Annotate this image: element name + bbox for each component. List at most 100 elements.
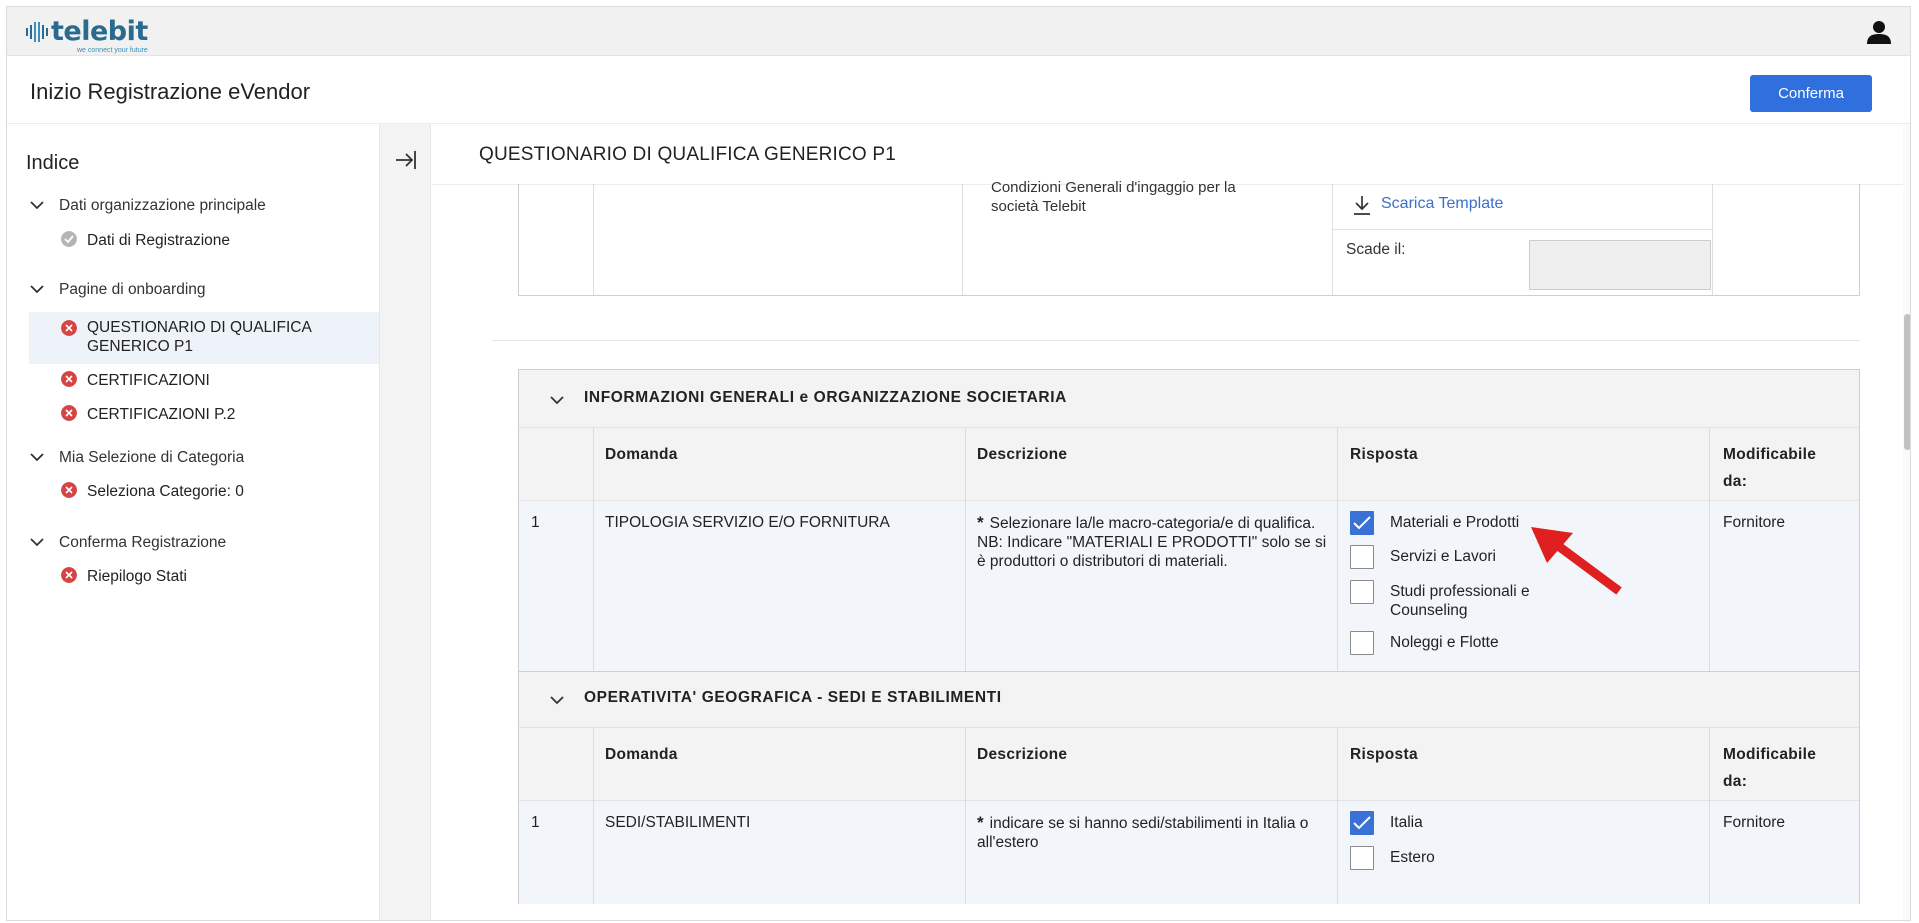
option-label: Materiali e Prodotti <box>1390 514 1520 531</box>
divider <box>593 727 594 904</box>
row-editable-by: Fornitore <box>1723 814 1786 831</box>
column-header-modificabile: Modificabile da: <box>1723 741 1816 795</box>
divider <box>965 727 966 904</box>
column-header-descrizione: Descrizione <box>977 746 1068 763</box>
expiry-label: Scade il: <box>1346 241 1406 258</box>
option-label: Noleggi e Flotte <box>1390 634 1499 651</box>
chevron-down-icon <box>30 285 44 294</box>
table-row: 1 TIPOLOGIA SERVIZIO E/O FORNITURA * Sele… <box>519 500 1859 671</box>
row-editable-by: Fornitore <box>1723 514 1786 531</box>
checkbox-unchecked[interactable] <box>1350 580 1374 604</box>
red-arrow-annotation-icon <box>1531 527 1622 595</box>
chevron-down-icon <box>30 453 44 462</box>
block-title: OPERATIVITA' GEOGRAFICA - SEDI E STABILI… <box>584 689 1002 706</box>
status-error-icon <box>61 320 77 336</box>
divider <box>1712 184 1713 295</box>
sidebar-item-label: Seleziona Categorie: 0 <box>87 483 244 500</box>
chevron-down-icon <box>550 696 564 705</box>
page-header: Inizio Registrazione eVendor Conferma <box>7 56 1910 124</box>
download-icon <box>1354 196 1370 215</box>
required-mark: * <box>977 813 984 832</box>
checkbox-unchecked[interactable] <box>1350 846 1374 870</box>
sidebar-item-questionario-p1[interactable]: QUESTIONARIO DI QUALIFICA GENERICO P1 <box>29 312 379 364</box>
app-window: telebit we connect your future Inizio Re… <box>6 6 1911 921</box>
sidebar-group-label: Conferma Registrazione <box>59 534 227 551</box>
question-block-operativita-geografica: OPERATIVITA' GEOGRAFICA - SEDI E STABILI… <box>518 671 1860 904</box>
divider <box>1709 427 1710 671</box>
checkmark-icon <box>1353 816 1371 830</box>
sidebar-item-certificazioni-p2[interactable]: CERTIFICAZIONI P.2 <box>29 402 379 426</box>
user-account-icon[interactable] <box>1866 19 1892 45</box>
divider <box>1337 727 1338 904</box>
column-header-descrizione: Descrizione <box>977 446 1068 463</box>
divider <box>965 427 966 671</box>
page-title: Inizio Registrazione eVendor <box>30 79 311 104</box>
question-block-info-generali: INFORMAZIONI GENERALI e ORGANIZZAZIONE S… <box>518 369 1860 671</box>
sidebar-group-label: Dati organizzazione principale <box>59 197 266 214</box>
conditions-description: Condizioni Generali d'ingaggio per la so… <box>991 179 1236 215</box>
sidebar-item-label: CERTIFICAZIONI P.2 <box>87 406 236 423</box>
row-description: * indicare se si hanno sedi/stabilimenti … <box>977 813 1337 852</box>
confirm-button[interactable]: Conferma <box>1750 75 1872 112</box>
row-description-note: NB: Indicare "MATERIALI E PRODOTTI" solo… <box>977 534 1327 570</box>
column-header-modificabile-line2: da: <box>1723 473 1748 490</box>
status-error-icon <box>61 405 77 421</box>
checkbox-checked[interactable] <box>1350 811 1374 835</box>
required-mark: * <box>977 513 984 532</box>
sidebar-group-label: Mia Selezione di Categoria <box>59 449 245 466</box>
checkbox-unchecked[interactable] <box>1350 545 1374 569</box>
row-question: SEDI/STABILIMENTI <box>605 814 751 831</box>
column-header-modificabile-line2: da: <box>1723 773 1748 790</box>
divider <box>962 184 963 295</box>
option-label: Italia <box>1390 814 1423 831</box>
column-header-risposta: Risposta <box>1350 746 1418 763</box>
column-header-domanda: Domanda <box>605 446 678 463</box>
sidebar-item-label: QUESTIONARIO DI QUALIFICA GENERICO P1 <box>87 319 311 355</box>
column-header-modificabile: Modificabile da: <box>1723 441 1816 495</box>
sidebar-item-label: Dati di Registrazione <box>87 232 231 249</box>
row-number: 1 <box>531 814 540 831</box>
sidebar-title: Indice <box>26 152 80 174</box>
collapse-sidebar-icon[interactable] <box>394 148 418 172</box>
top-bar: telebit we connect your future <box>7 7 1910 56</box>
row-description-text: Selezionare la/le macro-categoria/e di q… <box>989 515 1316 532</box>
table-row: 1 SEDI/STABILIMENTI * indicare se si hann… <box>519 800 1859 904</box>
divider <box>593 184 594 295</box>
column-header-modificabile-line1: Modificabile <box>1723 446 1817 463</box>
status-done-icon <box>61 231 77 247</box>
section-title: QUESTIONARIO DI QUALIFICA GENERICO P1 <box>479 144 897 165</box>
table-header: Domanda Descrizione Risposta Modificabil… <box>519 727 1859 800</box>
block-title: INFORMAZIONI GENERALI e ORGANIZZAZIONE S… <box>584 389 1067 406</box>
main-scrollbar[interactable] <box>1903 124 1910 920</box>
sidebar-item-riepilogo-stati[interactable]: Riepilogo Stati <box>29 564 379 588</box>
block-header[interactable]: OPERATIVITA' GEOGRAFICA - SEDI E STABILI… <box>519 672 1859 727</box>
column-header-domanda: Domanda <box>605 746 678 763</box>
checkbox-checked[interactable] <box>1350 511 1374 535</box>
chevron-down-icon <box>30 201 44 210</box>
scrollbar-thumb[interactable] <box>1904 314 1910 450</box>
status-error-icon <box>61 371 77 387</box>
block-header[interactable]: INFORMAZIONI GENERALI e ORGANIZZAZIONE S… <box>519 370 1859 427</box>
status-error-icon <box>61 567 77 583</box>
table-header: Domanda Descrizione Risposta Modificabil… <box>519 427 1859 500</box>
logo-text: telebit <box>51 16 148 47</box>
sidebar-index: Indice Dati organizzazione principale Da… <box>7 124 379 920</box>
logo-tagline: we connect your future <box>77 47 148 54</box>
checkmark-icon <box>1353 516 1371 530</box>
chevron-down-icon <box>30 538 44 547</box>
checkbox-unchecked[interactable] <box>1350 631 1374 655</box>
sidebar-item-seleziona-categorie[interactable]: Seleziona Categorie: 0 <box>29 479 379 503</box>
divider <box>1709 727 1710 904</box>
expiry-date-field[interactable] <box>1529 240 1711 290</box>
divider <box>492 340 1860 341</box>
row-description-text: indicare se si hanno sedi/stabilimenti i… <box>977 815 1309 851</box>
option-label: Servizi e Lavori <box>1390 548 1496 565</box>
divider <box>593 427 594 671</box>
sidebar-item-certificazioni[interactable]: CERTIFICAZIONI <box>29 368 379 392</box>
sidebar-group-label: Pagine di onboarding <box>59 281 206 298</box>
telebit-logo[interactable]: telebit we connect your future <box>25 15 148 54</box>
row-number: 1 <box>531 514 540 531</box>
column-header-modificabile-line1: Modificabile <box>1723 746 1817 763</box>
sidebar-item-dati-registrazione[interactable]: Dati di Registrazione <box>29 228 379 252</box>
divider <box>1332 229 1712 230</box>
